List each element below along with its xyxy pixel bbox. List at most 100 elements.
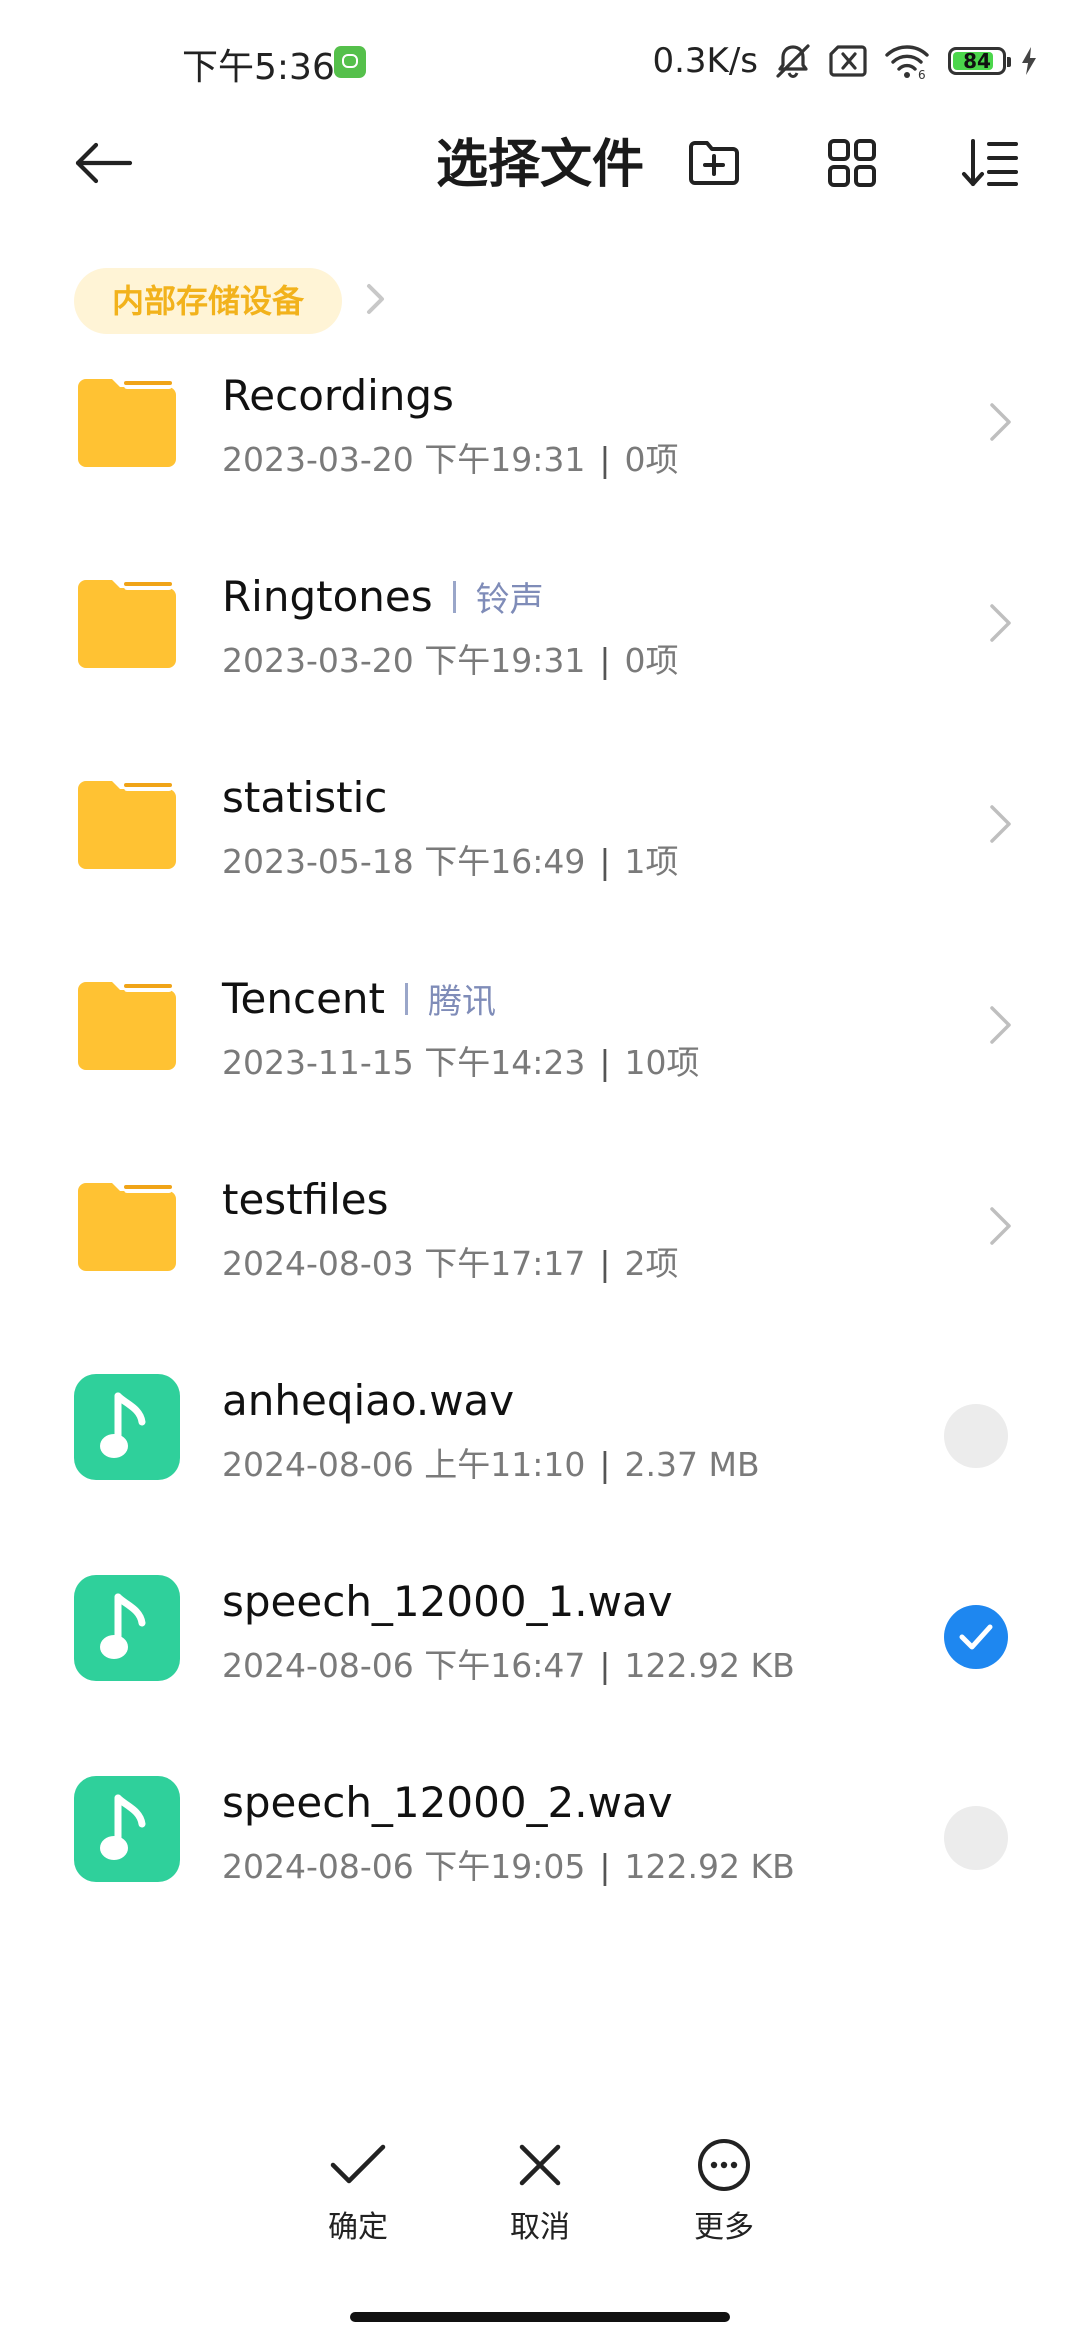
file-name: anheqiao.wav (222, 1376, 515, 1425)
more-button[interactable]: 更多 (654, 2130, 794, 2246)
meta-separator: | (599, 1244, 611, 1283)
folder-icon (74, 972, 180, 1078)
name-line: Recordings (222, 371, 454, 420)
music-note-icon (74, 1575, 180, 1681)
folder-row-ringtones[interactable]: Ringtones 铃声 2023-03-20 下午19:31 | 0项 (0, 546, 1080, 747)
header: 选择文件 (0, 125, 1080, 275)
meta-separator: | (599, 842, 611, 881)
file-name: Ringtones (222, 572, 433, 621)
status-bar: 下午5:36 0.3K/s 6 84 (0, 0, 1080, 125)
folder-row-testfiles[interactable]: testfiles 2024-08-03 下午17:17 | 2项 (0, 1149, 1080, 1350)
file-date: 2024-08-06 下午16:47 (222, 1646, 586, 1685)
audio-file-icon (74, 1776, 180, 1882)
grid-view-icon (827, 138, 877, 192)
checkmark-icon (959, 1624, 993, 1650)
name-line: statistic (222, 773, 387, 822)
page-title: 选择文件 (436, 135, 645, 195)
name-line: speech_12000_1.wav (222, 1577, 673, 1626)
cancel-button[interactable]: 取消 (470, 2130, 610, 2246)
file-meta: 2024-08-06 下午19:05 | 122.92 KB (222, 1840, 795, 1888)
battery-level: 84 (963, 49, 991, 73)
svg-text:6: 6 (918, 68, 926, 80)
more-icon (654, 2130, 794, 2200)
music-note-icon (74, 1374, 180, 1480)
sim-disabled-icon (828, 43, 870, 79)
file-name: statistic (222, 773, 388, 822)
file-date: 2023-05-18 下午16:49 (222, 842, 586, 881)
file-meta: 2024-08-03 下午17:17 | 2项 (222, 1237, 679, 1285)
wifi-icon: 6 (884, 42, 930, 80)
file-info: 10项 (624, 1043, 700, 1082)
more-label: 更多 (694, 2210, 754, 2245)
file-meta: 2024-08-06 上午11:10 | 2.37 MB (222, 1438, 760, 1486)
select-checkbox[interactable] (944, 1806, 1008, 1870)
name-line: Ringtones 铃声 (222, 572, 544, 621)
breadcrumb: 内部存储设备 (74, 268, 388, 334)
meta-separator: | (599, 1445, 611, 1484)
file-name: testfiles (222, 1175, 389, 1224)
file-info: 2.37 MB (624, 1445, 760, 1484)
file-name: speech_12000_2.wav (222, 1778, 673, 1827)
music-note-icon (74, 1776, 180, 1882)
file-date: 2024-08-06 下午19:05 (222, 1847, 586, 1886)
select-checkbox[interactable] (944, 1404, 1008, 1468)
audio-file-icon (74, 1374, 180, 1480)
app-notification-icon (334, 46, 366, 78)
file-row-speech-12000-2[interactable]: speech_12000_2.wav 2024-08-06 下午19:05 | 12… (0, 1752, 1080, 1953)
file-row-anheqiao[interactable]: anheqiao.wav 2024-08-06 上午11:10 | 2.37 MB (0, 1350, 1080, 1551)
file-info: 1项 (624, 842, 679, 881)
meta-separator: | (599, 1646, 611, 1685)
folder-row-statistic[interactable]: statistic 2023-05-18 下午16:49 | 1项 (0, 747, 1080, 948)
bottom-action-bar: 确定 取消 更多 (0, 2130, 1080, 2250)
chevron-right-icon (980, 1000, 1020, 1050)
file-name: Tencent (222, 974, 385, 1023)
close-icon (470, 2130, 610, 2200)
file-date: 2023-11-15 下午14:23 (222, 1043, 586, 1082)
folder-row-tencent[interactable]: Tencent 腾讯 2023-11-15 下午14:23 | 10项 (0, 948, 1080, 1149)
network-speed: 0.3K/s (652, 41, 758, 81)
sort-button[interactable] (950, 125, 1030, 205)
breadcrumb-internal-storage[interactable]: 内部存储设备 (74, 268, 343, 334)
back-arrow-icon (74, 141, 134, 189)
grid-view-button[interactable] (812, 125, 892, 205)
battery-icon: 84 (948, 47, 1011, 75)
meta-separator: | (599, 1847, 611, 1886)
file-date: 2023-03-20 下午19:31 (222, 440, 586, 479)
file-row-speech-12000-1[interactable]: speech_12000_1.wav 2024-08-06 下午16:47 | 12… (0, 1551, 1080, 1752)
new-folder-icon (687, 139, 741, 191)
file-meta: 2023-03-20 下午19:31 | 0项 (222, 433, 679, 481)
folder-icon (74, 771, 180, 877)
meta-separator: | (599, 440, 611, 479)
chevron-right-icon (980, 1201, 1020, 1251)
chevron-right-icon (980, 598, 1020, 648)
file-info: 2项 (624, 1244, 679, 1283)
file-meta: 2023-11-15 下午14:23 | 10项 (222, 1036, 700, 1084)
file-name: speech_12000_1.wav (222, 1577, 673, 1626)
file-date: 2024-08-03 下午17:17 (222, 1244, 586, 1283)
folder-alias: 腾讯 (428, 982, 496, 1022)
file-name: Recordings (222, 371, 454, 420)
home-indicator[interactable] (350, 2312, 730, 2322)
meta-separator: | (599, 641, 611, 680)
file-date: 2023-03-20 下午19:31 (222, 641, 586, 680)
new-folder-button[interactable] (674, 125, 754, 205)
file-meta: 2023-03-20 下午19:31 | 0项 (222, 634, 679, 682)
meta-separator: | (599, 1043, 611, 1082)
file-info: 0项 (624, 440, 679, 479)
confirm-label: 确定 (328, 2210, 388, 2245)
charging-icon (1020, 46, 1038, 76)
confirm-button[interactable]: 确定 (288, 2130, 428, 2246)
back-button[interactable] (64, 125, 144, 205)
select-checkbox-checked[interactable] (944, 1605, 1008, 1669)
file-meta: 2023-05-18 下午16:49 | 1项 (222, 835, 679, 883)
file-date: 2024-08-06 上午11:10 (222, 1445, 586, 1484)
check-icon (288, 2130, 428, 2200)
folder-icon (74, 1173, 180, 1279)
folder-row-recordings[interactable]: Recordings 2023-03-20 下午19:31 | 0项 (0, 345, 1080, 546)
file-meta: 2024-08-06 下午16:47 | 122.92 KB (222, 1639, 795, 1687)
folder-icon (74, 369, 180, 475)
file-info: 122.92 KB (624, 1847, 795, 1886)
name-line: Tencent 腾讯 (222, 974, 496, 1023)
chevron-right-icon (980, 397, 1020, 447)
name-line: anheqiao.wav (222, 1376, 514, 1425)
